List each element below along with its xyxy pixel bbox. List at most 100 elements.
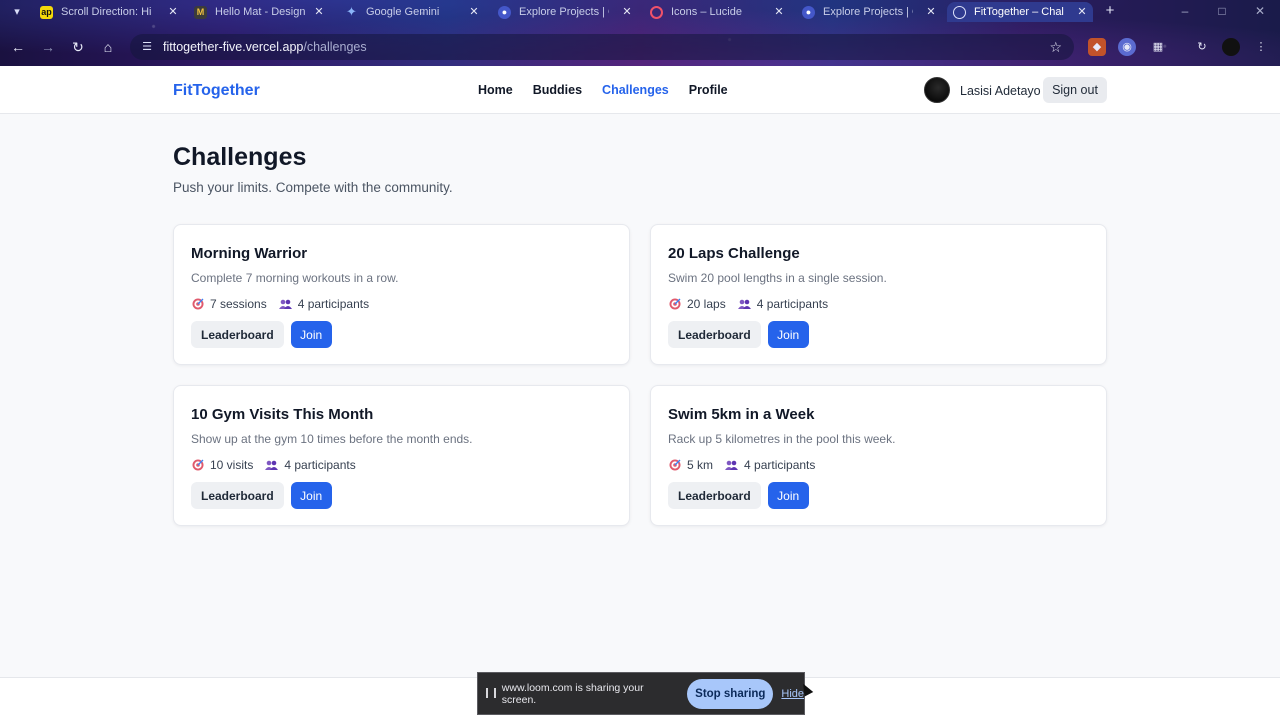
sync-icon[interactable]: ↻	[1193, 38, 1211, 56]
browser-tab[interactable]: ● Explore Projects | Cy ✕	[492, 2, 638, 22]
leaderboard-button[interactable]: Leaderboard	[668, 321, 761, 348]
home-icon[interactable]: ⌂	[98, 37, 118, 57]
close-window-icon[interactable]: ✕	[1252, 3, 1268, 19]
nav-buddies[interactable]: Buddies	[533, 83, 582, 97]
challenge-description: Show up at the gym 10 times before the m…	[191, 432, 473, 446]
browser-tab[interactable]: M Hello Mat - Design a ✕	[188, 2, 330, 22]
close-tab-icon[interactable]: ✕	[166, 5, 180, 19]
close-tab-icon[interactable]: ✕	[620, 5, 634, 19]
back-arrow-icon[interactable]: ←	[8, 37, 28, 57]
stop-sharing-button[interactable]: Stop sharing	[687, 678, 774, 709]
challenge-card: 10 Gym Visits This Month Show up at the …	[173, 385, 630, 526]
challenge-card: 20 Laps Challenge Swim 20 pool lengths i…	[650, 224, 1107, 365]
site-settings-icon[interactable]: ☰	[140, 40, 154, 54]
target-icon	[191, 298, 204, 311]
lucide-icon	[650, 5, 663, 19]
join-button[interactable]: Join	[767, 321, 809, 348]
challenge-meta: 5 km 4 participants	[668, 458, 815, 472]
target-icon	[668, 298, 681, 311]
m-icon: M	[194, 5, 207, 19]
tab-title: Icons – Lucide	[671, 6, 742, 18]
challenge-meta: 10 visits 4 participants	[191, 458, 356, 472]
tab-title: Hello Mat - Design a	[215, 6, 305, 18]
maximize-icon[interactable]: □	[1214, 3, 1230, 19]
browser-tab[interactable]: ● Explore Projects | Cy ✕	[796, 2, 942, 22]
challenge-meta: 7 sessions 4 participants	[191, 297, 369, 311]
challenge-description: Swim 20 pool lengths in a single session…	[668, 271, 887, 285]
nav-home[interactable]: Home	[478, 83, 513, 97]
close-tab-icon[interactable]: ✕	[467, 5, 481, 19]
browser-toolbar: ← → ↻ ⌂ ☰ fittogether-five.vercel.app/ch…	[0, 28, 1280, 66]
close-tab-icon[interactable]: ✕	[924, 5, 938, 19]
globe-icon	[953, 5, 966, 19]
participants-icon	[737, 298, 751, 311]
nav-challenges[interactable]: Challenges	[602, 83, 669, 97]
target-icon	[668, 459, 681, 472]
target-icon	[191, 459, 204, 472]
close-tab-icon[interactable]: ✕	[1075, 5, 1089, 19]
app-header: FitTogether Home Buddies Challenges Prof…	[0, 66, 1280, 114]
challenge-card: Swim 5km in a Week Rack up 5 kilometres …	[650, 385, 1107, 526]
bookmark-star-icon[interactable]: ☆	[1049, 39, 1062, 55]
gemini-icon: ✦	[346, 4, 357, 19]
participants-icon	[278, 298, 292, 311]
challenge-meta: 20 laps 4 participants	[668, 297, 828, 311]
page-subtitle: Push your limits. Compete with the commu…	[173, 180, 453, 195]
leaderboard-button[interactable]: Leaderboard	[668, 482, 761, 509]
tab-title: Explore Projects | Cy	[519, 6, 609, 18]
join-button[interactable]: Join	[290, 321, 332, 348]
close-tab-icon[interactable]: ✕	[772, 5, 786, 19]
challenge-title: Morning Warrior	[191, 245, 308, 262]
globe-icon: ●	[498, 5, 511, 19]
challenge-goal: 20 laps	[687, 297, 726, 311]
page-title: Challenges	[173, 143, 307, 171]
close-tab-icon[interactable]: ✕	[312, 5, 326, 19]
url-host: fittogether-five.vercel.app	[163, 40, 304, 54]
challenge-card: Morning Warrior Complete 7 morning worko…	[173, 224, 630, 365]
tab-title: Explore Projects | Cy	[823, 6, 913, 18]
brand-logo[interactable]: FitTogether	[173, 82, 260, 100]
forward-arrow-icon[interactable]: →	[38, 37, 58, 57]
minimize-icon[interactable]: –	[1177, 3, 1193, 19]
globe-icon: ●	[802, 5, 815, 19]
leaderboard-button[interactable]: Leaderboard	[191, 482, 284, 509]
nav-profile[interactable]: Profile	[689, 83, 728, 97]
browser-tab[interactable]: Icons – Lucide ✕	[644, 2, 790, 22]
sign-out-button[interactable]: Sign out	[1043, 77, 1107, 103]
challenge-participants: 4 participants	[284, 458, 356, 472]
main-nav: Home Buddies Challenges Profile	[478, 83, 748, 97]
tab-title: Google Gemini	[366, 6, 440, 18]
browser-tab[interactable]: ✦ Google Gemini ✕	[339, 2, 485, 22]
tab-search-chevron-icon[interactable]: ▾	[8, 3, 26, 21]
main-content: Challenges Push your limits. Compete wit…	[173, 140, 1107, 526]
leaderboard-button[interactable]: Leaderboard	[191, 321, 284, 348]
drag-handle-icon[interactable]	[486, 688, 496, 699]
address-bar[interactable]: ☰ fittogether-five.vercel.app/challenges…	[130, 34, 1074, 60]
tab-title: FitTogether – Challe	[974, 6, 1064, 18]
user-name: Lasisi Adetayo	[960, 84, 1041, 98]
challenge-participants: 4 participants	[756, 297, 829, 311]
more-menu-icon[interactable]: ⋮	[1252, 38, 1270, 56]
extension-icon[interactable]: ◉	[1118, 38, 1136, 56]
avatar[interactable]	[924, 77, 950, 103]
fox-extension-icon[interactable]: ◆	[1088, 38, 1106, 56]
challenge-goal: 7 sessions	[210, 297, 267, 311]
browser-tab[interactable]: ap Scroll Direction: Hide ✕	[34, 2, 184, 22]
share-message: www.loom.com is sharing your screen.	[501, 681, 644, 706]
yellow-app-icon: ap	[40, 5, 53, 19]
profile-avatar-icon[interactable]	[1222, 38, 1240, 56]
challenges-grid: Morning Warrior Complete 7 morning worko…	[173, 224, 1107, 526]
browser-tab-active[interactable]: FitTogether – Challe ✕	[947, 2, 1093, 22]
puzzle-extensions-icon[interactable]: ▦	[1149, 38, 1167, 56]
challenge-title: Swim 5km in a Week	[668, 406, 815, 423]
join-button[interactable]: Join	[290, 482, 332, 509]
screen-share-bar: www.loom.com is sharing your screen. Sto…	[477, 672, 805, 715]
url-path: /challenges	[303, 40, 367, 54]
join-button[interactable]: Join	[767, 482, 809, 509]
challenge-participants: 4 participants	[297, 297, 370, 311]
challenge-participants: 4 participants	[744, 458, 816, 472]
browser-chrome: ▾ ap Scroll Direction: Hide ✕ M Hello Ma…	[0, 0, 1280, 66]
new-tab-button[interactable]: +	[1102, 3, 1118, 19]
reload-icon[interactable]: ↻	[68, 37, 88, 57]
tab-strip: ▾ ap Scroll Direction: Hide ✕ M Hello Ma…	[0, 0, 1280, 24]
